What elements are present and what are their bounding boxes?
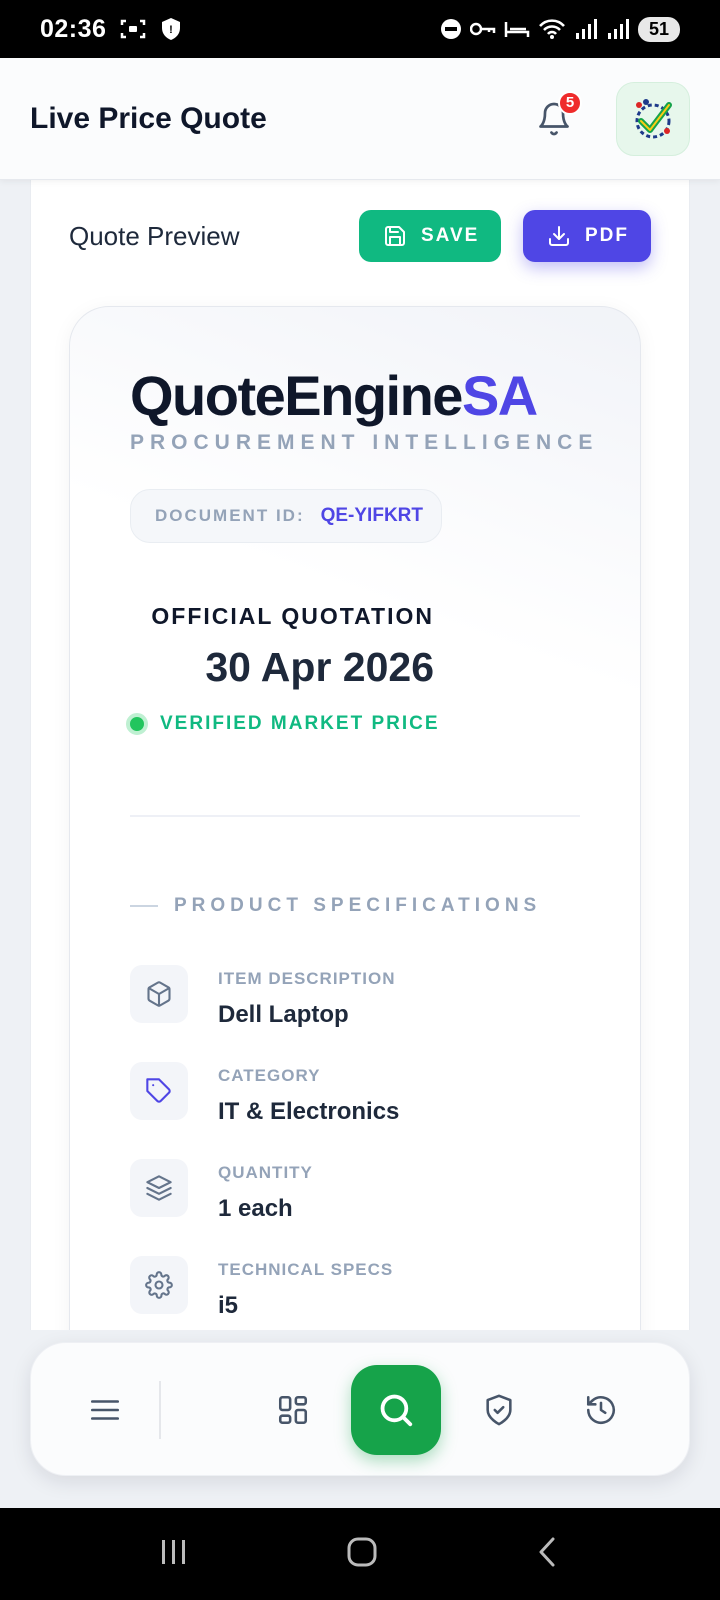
status-right: 51 [440, 16, 680, 42]
system-nav-bar [0, 1508, 720, 1600]
document-id-value: QE-YIFKRT [320, 505, 423, 526]
notifications-button[interactable]: 5 [532, 90, 582, 141]
status-time: 02:36 [40, 14, 107, 43]
signal-icon-1 [574, 18, 598, 40]
shield-check-icon [486, 1394, 512, 1426]
spec-value: i5 [218, 1292, 239, 1319]
gear-icon [130, 1256, 188, 1314]
history-button[interactable] [571, 1380, 631, 1440]
spec-item-category: CATEGORY IT & Electronics [130, 1062, 590, 1159]
home-icon [347, 1537, 377, 1566]
brand-subtitle: PROCUREMENT INTELLIGENCE [130, 431, 599, 454]
section-title: PRODUCT SPECIFICATIONS [174, 895, 542, 916]
home-button[interactable] [345, 1535, 379, 1574]
official-quotation-label: OFFICIAL QUOTATION [151, 603, 434, 629]
spec-label: QUANTITY [218, 1163, 313, 1182]
layers-icon [130, 1159, 188, 1217]
verification-button[interactable] [469, 1380, 529, 1440]
dashboard-button[interactable] [263, 1380, 323, 1440]
spec-label: ITEM DESCRIPTION [218, 969, 396, 988]
screenshot-icon [120, 18, 146, 40]
spec-list: ITEM DESCRIPTION Dell Laptop CATEGORY IT… [130, 965, 590, 1330]
nav-divider [159, 1381, 161, 1439]
verified-label: VERIFIED MARKET PRICE [160, 713, 440, 734]
wifi-icon [538, 18, 566, 40]
spec-item-technical: TECHNICAL SPECS i5 [130, 1256, 590, 1330]
spec-item-description: ITEM DESCRIPTION Dell Laptop [130, 965, 590, 1062]
do-not-disturb-icon [440, 18, 462, 40]
spec-value: 1 each [218, 1195, 293, 1222]
save-button[interactable]: SAVE [359, 210, 501, 262]
menu-button[interactable] [75, 1380, 135, 1440]
pdf-button-label: PDF [585, 225, 629, 246]
status-left: 02:36 ! [40, 15, 182, 44]
quotation-date: 30 Apr 2026 [205, 644, 434, 690]
save-icon [385, 226, 405, 246]
header-actions: 5 [532, 81, 690, 156]
spec-item-quantity: QUANTITY 1 each [130, 1159, 590, 1256]
app-header: Live Price Quote 5 [0, 58, 720, 180]
status-bar: 02:36 ! 51 [0, 0, 720, 58]
download-icon [549, 226, 569, 246]
pdf-button[interactable]: PDF [523, 210, 651, 262]
quotation-header: OFFICIAL QUOTATION 30 Apr 2026 [130, 603, 434, 691]
signal-icon-2 [606, 18, 630, 40]
search-icon [380, 1394, 413, 1427]
checkmark-logo-icon [635, 98, 672, 138]
spec-label: TECHNICAL SPECS [218, 1260, 394, 1279]
document-id-label: DOCUMENT ID: [155, 506, 305, 525]
bed-icon [504, 19, 530, 39]
back-button[interactable] [533, 1535, 563, 1574]
verified-status: VERIFIED MARKET PRICE [126, 713, 440, 735]
back-icon [539, 1537, 555, 1566]
verified-dot-icon [126, 713, 148, 735]
shield-status-icon: ! [160, 17, 182, 41]
divider [130, 815, 580, 817]
brand-accent: SA [461, 364, 538, 427]
notification-badge: 5 [558, 90, 582, 115]
quote-preview-panel: Quote Preview SAVE PDF QuoteEngineSA PRO… [30, 180, 690, 1330]
document-id-pill: DOCUMENT ID: QE-YIFKRT [130, 489, 442, 543]
grid-icon [278, 1395, 308, 1425]
recent-apps-button[interactable] [157, 1537, 191, 1572]
spec-value: Dell Laptop [218, 1001, 349, 1028]
preview-toolbar: Quote Preview SAVE PDF [69, 210, 651, 262]
brand-name: QuoteEngineSA [130, 363, 538, 428]
section-line [130, 905, 158, 907]
section-header: PRODUCT SPECIFICATIONS [130, 895, 541, 917]
key-icon [470, 21, 496, 37]
spec-value: IT & Electronics [218, 1098, 400, 1125]
svg-text:!: ! [170, 24, 174, 36]
box-icon [130, 965, 188, 1023]
brand-main: QuoteEngine [130, 364, 463, 427]
app-logo[interactable] [616, 81, 690, 156]
spec-label: CATEGORY [218, 1066, 321, 1085]
menu-icon [90, 1400, 120, 1420]
recent-apps-icon [162, 1539, 185, 1564]
battery-indicator: 51 [638, 16, 680, 42]
page-title: Live Price Quote [30, 101, 267, 135]
save-button-label: SAVE [421, 225, 480, 246]
bottom-nav [30, 1342, 690, 1476]
quote-document: QuoteEngineSA PROCUREMENT INTELLIGENCE D… [69, 306, 641, 1330]
history-icon [586, 1395, 616, 1425]
search-button[interactable] [351, 1365, 441, 1455]
preview-title: Quote Preview [69, 220, 240, 251]
tag-icon [130, 1062, 188, 1120]
